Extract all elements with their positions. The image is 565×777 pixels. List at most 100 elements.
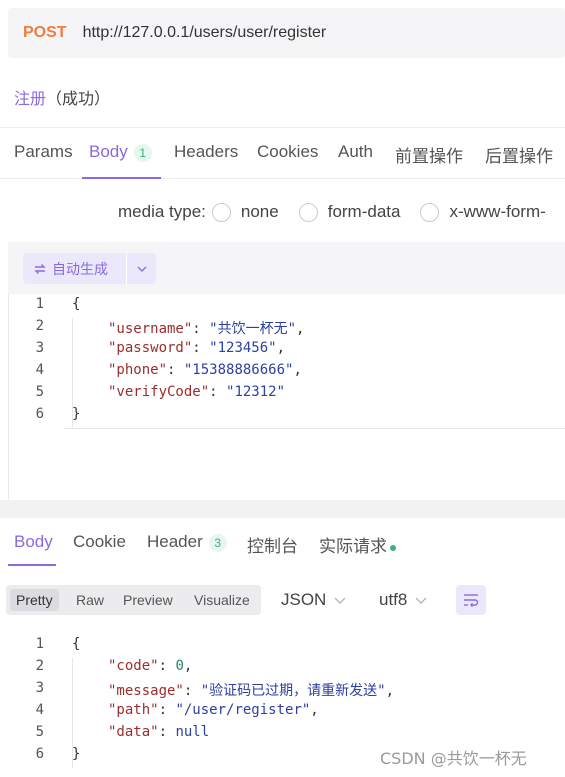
json-key: "message" xyxy=(108,683,184,699)
tab-post-ops[interactable]: 后置操作 xyxy=(485,142,553,167)
tab-response-header[interactable]: Header 3 xyxy=(147,532,227,552)
url-input[interactable]: http://127.0.0.1/users/user/register xyxy=(83,24,327,42)
http-method[interactable]: POST xyxy=(23,24,67,42)
tab-body[interactable]: Body 1 xyxy=(89,142,152,162)
json-value: "验证码已过期，请重新发送" xyxy=(200,683,386,699)
code-text: "verifyCode": "12312" xyxy=(108,384,286,400)
view-mode-segmented: Pretty Raw Preview Visualize xyxy=(6,585,261,615)
view-mode-pretty[interactable]: Pretty xyxy=(10,589,59,611)
tab-auth[interactable]: Auth xyxy=(338,142,373,162)
media-option-form-data[interactable]: form-data xyxy=(328,202,401,222)
code-line: 3 "message": "验证码已过期，请重新发送", xyxy=(8,680,565,702)
media-option-none[interactable]: none xyxy=(241,202,279,222)
auto-generate-dropdown[interactable] xyxy=(127,253,156,284)
code-line: 6 } xyxy=(8,406,565,428)
line-number: 5 xyxy=(35,384,44,400)
code-line: 1 { xyxy=(8,636,565,658)
code-text: "path": "/user/register", xyxy=(108,702,319,718)
code-text: "username": "共饮一杯无", xyxy=(108,321,305,337)
code-text: "data": null xyxy=(108,724,210,740)
code-line: 2 "code": 0, xyxy=(8,658,565,680)
tab-params[interactable]: Params xyxy=(14,142,73,162)
format-select[interactable]: JSON xyxy=(281,590,346,610)
line-number: 1 xyxy=(35,636,44,652)
line-number: 6 xyxy=(35,406,44,422)
code-text: } xyxy=(72,406,81,422)
code-line: 5 "data": null xyxy=(8,724,565,746)
watermark: CSDN @共饮一杯无 xyxy=(380,749,527,768)
json-key: "code" xyxy=(108,658,159,674)
json-value: null xyxy=(175,724,210,740)
auto-generate-button[interactable]: 自动生成 xyxy=(23,253,156,284)
generate-toolbar: 自动生成 xyxy=(8,242,565,294)
media-type-label: media type: xyxy=(118,202,206,221)
wrap-lines-button[interactable] xyxy=(456,585,486,615)
tab-actual-request[interactable]: 实际请求 xyxy=(319,532,396,557)
tab-console[interactable]: 控制台 xyxy=(247,532,298,557)
active-tab-indicator xyxy=(82,177,161,179)
tab-response-body[interactable]: Body xyxy=(14,532,53,552)
api-name[interactable]: 注册 xyxy=(14,85,46,109)
code-line: 4 "phone": "15388886666", xyxy=(8,362,565,384)
wrap-lines-icon xyxy=(464,594,479,607)
code-text: { xyxy=(72,636,81,652)
code-line: 4 "path": "/user/register", xyxy=(8,702,565,724)
json-value: "12312" xyxy=(226,384,286,400)
request-body-editor[interactable]: 1 { 2 "username": "共饮一杯无", 3 "password":… xyxy=(8,296,565,436)
line-number: 2 xyxy=(35,318,44,334)
view-mode-visualize[interactable]: Visualize xyxy=(194,589,250,611)
line-number: 3 xyxy=(35,680,44,696)
chevron-down-icon xyxy=(334,597,346,604)
view-mode-raw[interactable]: Raw xyxy=(76,589,104,611)
json-value: "15388886666" xyxy=(183,362,294,378)
radio-icon[interactable] xyxy=(298,202,318,222)
code-text: { xyxy=(72,296,81,312)
request-tabs: Params Body 1 Headers Cookies Auth 前置操作 后… xyxy=(0,127,565,179)
chevron-down-icon xyxy=(137,266,146,272)
radio-icon[interactable] xyxy=(211,202,231,222)
json-comma: , xyxy=(276,340,286,356)
tab-body-label: Body xyxy=(89,142,128,161)
json-comma: , xyxy=(293,362,302,378)
json-value: 0 xyxy=(175,658,184,674)
api-status: （成功） xyxy=(46,89,111,108)
format-value: JSON xyxy=(281,590,327,609)
divider xyxy=(64,428,565,429)
tab-headers[interactable]: Headers xyxy=(174,142,238,162)
encoding-select[interactable]: utf8 xyxy=(379,590,427,610)
panel-divider[interactable] xyxy=(0,500,565,518)
tab-response-header-count: 3 xyxy=(208,534,227,552)
view-mode-preview[interactable]: Preview xyxy=(123,589,173,611)
tab-response-header-label: Header xyxy=(147,532,203,551)
json-value: "123456" xyxy=(209,340,277,356)
auto-generate-main[interactable]: 自动生成 xyxy=(23,253,126,284)
json-value: "/user/register" xyxy=(175,702,311,718)
json-comma: , xyxy=(183,658,193,674)
line-number: 4 xyxy=(35,362,44,378)
line-number: 1 xyxy=(35,296,44,312)
tab-body-count: 1 xyxy=(133,144,152,162)
json-key: "username" xyxy=(108,321,193,337)
code-text: "message": "验证码已过期，请重新发送", xyxy=(108,683,395,699)
json-key: "verifyCode" xyxy=(108,384,210,400)
tab-response-cookie[interactable]: Cookie xyxy=(73,532,126,552)
code-text: } xyxy=(72,746,81,762)
tab-pre-ops[interactable]: 前置操作 xyxy=(395,142,463,167)
api-title: 注册 （成功） xyxy=(14,85,110,109)
json-comma: , xyxy=(385,683,395,699)
code-line: 2 "username": "共饮一杯无", xyxy=(8,318,565,340)
json-key: "path" xyxy=(108,702,159,718)
line-number: 3 xyxy=(35,340,44,356)
json-key: "password" xyxy=(108,340,193,356)
tab-actual-request-label: 实际请求 xyxy=(319,537,387,556)
line-number: 6 xyxy=(35,746,44,762)
radio-icon[interactable] xyxy=(420,202,440,222)
code-text: "password": "123456", xyxy=(108,340,286,356)
json-key: "phone" xyxy=(108,362,168,378)
view-toolbar: Pretty Raw Preview Visualize JSON utf8 xyxy=(0,578,565,626)
json-comma: , xyxy=(310,702,319,718)
encoding-value: utf8 xyxy=(379,590,408,609)
tab-cookies[interactable]: Cookies xyxy=(257,142,318,162)
media-option-urlencoded[interactable]: x-www-form- xyxy=(449,202,545,222)
refresh-icon xyxy=(34,263,46,274)
